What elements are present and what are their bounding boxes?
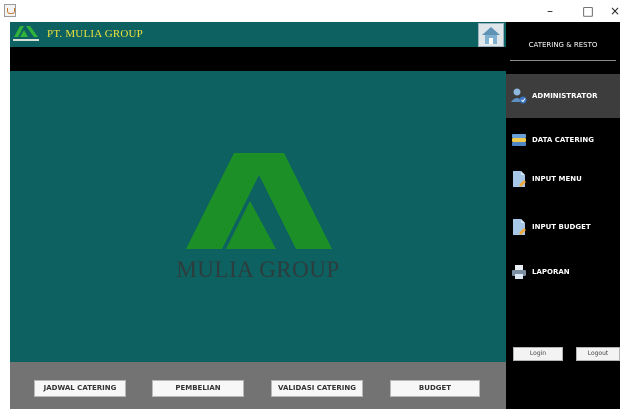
sidebar-item-input-budget[interactable]: INPUT BUDGET bbox=[506, 205, 620, 249]
jadwal-catering-button[interactable]: JADWAL CATERING bbox=[34, 380, 126, 397]
sidebar-item-label: DATA CATERING bbox=[532, 136, 594, 144]
sidebar-header: CATERING & RESTO bbox=[506, 22, 620, 70]
sidebar-item-data-catering[interactable]: DATA CATERING bbox=[506, 118, 620, 162]
document-icon bbox=[513, 171, 526, 187]
sidebar-item-input-menu[interactable]: INPUT MENU bbox=[506, 157, 620, 201]
sidebar-item-administrator[interactable]: ADMINISTRATOR bbox=[506, 74, 620, 118]
admin-icon bbox=[511, 88, 527, 104]
mulia-logo bbox=[186, 153, 332, 249]
sidebar-item-label: INPUT BUDGET bbox=[532, 223, 591, 231]
sidebar: CATERING & RESTO ADMINISTRATOR DATA CATE… bbox=[506, 22, 620, 409]
sidebar-item-label: INPUT MENU bbox=[532, 175, 582, 183]
java-app-icon bbox=[4, 4, 16, 17]
app-header: PT. MULIA GROUP bbox=[10, 22, 506, 47]
company-name: PT. MULIA GROUP bbox=[47, 28, 144, 40]
sidebar-item-label: ADMINISTRATOR bbox=[532, 92, 598, 100]
close-button[interactable]: × bbox=[601, 2, 620, 20]
document-icon bbox=[513, 219, 526, 235]
sidebar-item-laporan[interactable]: LAPORAN bbox=[506, 250, 620, 294]
printer-icon bbox=[512, 265, 526, 279]
budget-button[interactable]: BUDGET bbox=[390, 380, 480, 397]
minimize-button[interactable]: – bbox=[536, 2, 564, 20]
window-title-bar: – □ × bbox=[0, 0, 620, 22]
login-button[interactable]: Login bbox=[513, 347, 563, 361]
sidebar-divider bbox=[510, 60, 616, 61]
sidebar-title: CATERING & RESTO bbox=[528, 41, 598, 49]
sidebar-item-label: LAPORAN bbox=[532, 268, 570, 276]
home-icon bbox=[482, 27, 500, 44]
pembelian-button[interactable]: PEMBELIAN bbox=[152, 380, 244, 397]
bottom-button-bar: JADWAL CATERING PEMBELIAN VALIDASI CATER… bbox=[10, 362, 506, 409]
main-content: MULIA GROUP bbox=[10, 71, 506, 362]
maximize-button[interactable]: □ bbox=[574, 2, 602, 20]
database-icon bbox=[512, 134, 526, 146]
brand-name: MULIA GROUP bbox=[176, 257, 340, 282]
home-button[interactable] bbox=[478, 23, 504, 47]
mulia-logo-small bbox=[13, 26, 39, 41]
logout-button[interactable]: Logout bbox=[576, 347, 620, 361]
toolbar-strip bbox=[10, 47, 506, 71]
validasi-catering-button[interactable]: VALIDASI CATERING bbox=[271, 380, 363, 397]
